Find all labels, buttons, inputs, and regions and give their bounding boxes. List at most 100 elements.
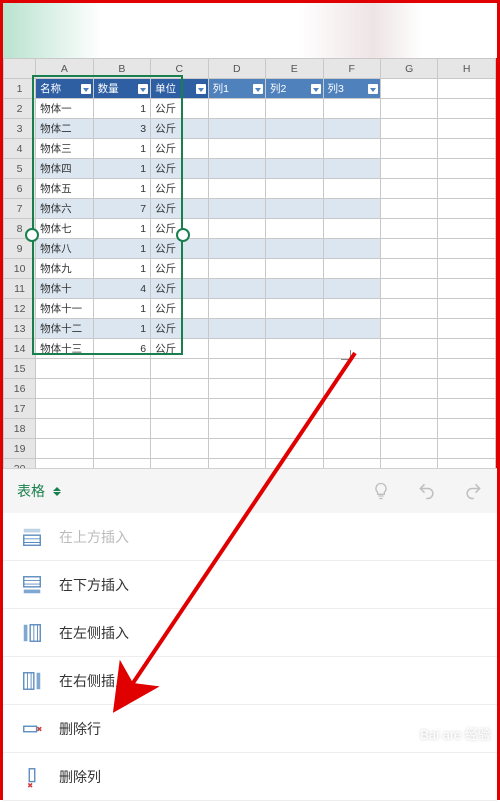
table-header-B[interactable]: 数量 [93,79,150,99]
cell-5-B[interactable]: 1 [93,159,150,179]
cell-1-G[interactable] [380,79,437,99]
col-header-D[interactable]: D [208,59,265,79]
col-header-F[interactable]: F [323,59,380,79]
cell-3-E[interactable] [266,119,323,139]
cell-8-G[interactable] [380,219,437,239]
cell-19-A[interactable] [36,439,93,459]
cell-15-C[interactable] [151,359,208,379]
cell-4-E[interactable] [266,139,323,159]
cell-20-F[interactable] [323,459,380,469]
row-header-19[interactable]: 19 [4,439,36,459]
menu-item-insert-below[interactable]: 在下方插入 [3,561,497,609]
cell-8-A[interactable]: 物体七 [36,219,93,239]
cell-6-G[interactable] [380,179,437,199]
cell-4-C[interactable]: 公斤 [151,139,208,159]
cell-14-H[interactable] [438,339,496,359]
cell-18-H[interactable] [438,419,496,439]
cell-20-H[interactable] [438,459,496,469]
cell-16-C[interactable] [151,379,208,399]
cell-2-G[interactable] [380,99,437,119]
cell-7-E[interactable] [266,199,323,219]
cell-11-E[interactable] [266,279,323,299]
cell-6-D[interactable] [208,179,265,199]
row-header-14[interactable]: 14 [4,339,36,359]
cell-3-B[interactable]: 3 [93,119,150,139]
col-header-G[interactable]: G [380,59,437,79]
cell-4-A[interactable]: 物体三 [36,139,93,159]
cell-10-A[interactable]: 物体九 [36,259,93,279]
cell-16-F[interactable] [323,379,380,399]
redo-icon[interactable] [463,481,483,501]
filter-icon[interactable] [196,84,206,94]
cell-4-G[interactable] [380,139,437,159]
cell-7-B[interactable]: 7 [93,199,150,219]
cell-5-G[interactable] [380,159,437,179]
cell-12-F[interactable] [323,299,380,319]
cell-9-F[interactable] [323,239,380,259]
cell-5-F[interactable] [323,159,380,179]
cell-19-G[interactable] [380,439,437,459]
filter-icon[interactable] [138,84,148,94]
cell-3-A[interactable]: 物体二 [36,119,93,139]
filter-icon[interactable] [81,84,91,94]
grid[interactable]: ABCDEFGH1名称数量单位列1列2列32物体一1公斤3物体二3公斤4物体三1… [3,58,496,468]
lightbulb-icon[interactable] [371,481,391,501]
row-header-6[interactable]: 6 [4,179,36,199]
cell-15-H[interactable] [438,359,496,379]
cell-18-B[interactable] [93,419,150,439]
cell-11-D[interactable] [208,279,265,299]
cell-13-H[interactable] [438,319,496,339]
undo-icon[interactable] [417,481,437,501]
row-header-2[interactable]: 2 [4,99,36,119]
row-header-4[interactable]: 4 [4,139,36,159]
cell-13-F[interactable] [323,319,380,339]
cell-12-E[interactable] [266,299,323,319]
cell-18-F[interactable] [323,419,380,439]
cell-13-D[interactable] [208,319,265,339]
filter-icon[interactable] [368,84,378,94]
cell-19-D[interactable] [208,439,265,459]
cell-15-A[interactable] [36,359,93,379]
cell-12-A[interactable]: 物体十一 [36,299,93,319]
cell-3-C[interactable]: 公斤 [151,119,208,139]
cell-19-E[interactable] [266,439,323,459]
cell-7-G[interactable] [380,199,437,219]
cell-7-A[interactable]: 物体六 [36,199,93,219]
cell-20-B[interactable] [93,459,150,469]
cell-3-F[interactable] [323,119,380,139]
cell-14-C[interactable]: 公斤 [151,339,208,359]
cell-4-D[interactable] [208,139,265,159]
cell-13-G[interactable] [380,319,437,339]
col-header-C[interactable]: C [151,59,208,79]
col-header-E[interactable]: E [266,59,323,79]
cell-9-B[interactable]: 1 [93,239,150,259]
cell-15-G[interactable] [380,359,437,379]
cell-16-E[interactable] [266,379,323,399]
panel-title[interactable]: 表格 [17,481,45,501]
cell-18-A[interactable] [36,419,93,439]
cell-6-B[interactable]: 1 [93,179,150,199]
cell-9-C[interactable]: 公斤 [151,239,208,259]
row-header-18[interactable]: 18 [4,419,36,439]
row-header-15[interactable]: 15 [4,359,36,379]
cell-18-E[interactable] [266,419,323,439]
cell-11-F[interactable] [323,279,380,299]
cell-4-H[interactable] [438,139,496,159]
cell-16-H[interactable] [438,379,496,399]
cell-18-C[interactable] [151,419,208,439]
row-header-1[interactable]: 1 [4,79,36,99]
cell-10-D[interactable] [208,259,265,279]
cell-9-G[interactable] [380,239,437,259]
menu-item-insert-left[interactable]: 在左侧插入 [3,609,497,657]
row-header-16[interactable]: 16 [4,379,36,399]
cell-6-H[interactable] [438,179,496,199]
filter-icon[interactable] [311,84,321,94]
cell-15-D[interactable] [208,359,265,379]
table-header-C[interactable]: 单位 [151,79,208,99]
row-header-10[interactable]: 10 [4,259,36,279]
cell-17-H[interactable] [438,399,496,419]
cell-8-E[interactable] [266,219,323,239]
cell-12-H[interactable] [438,299,496,319]
table-header-A[interactable]: 名称 [36,79,93,99]
cell-10-F[interactable] [323,259,380,279]
